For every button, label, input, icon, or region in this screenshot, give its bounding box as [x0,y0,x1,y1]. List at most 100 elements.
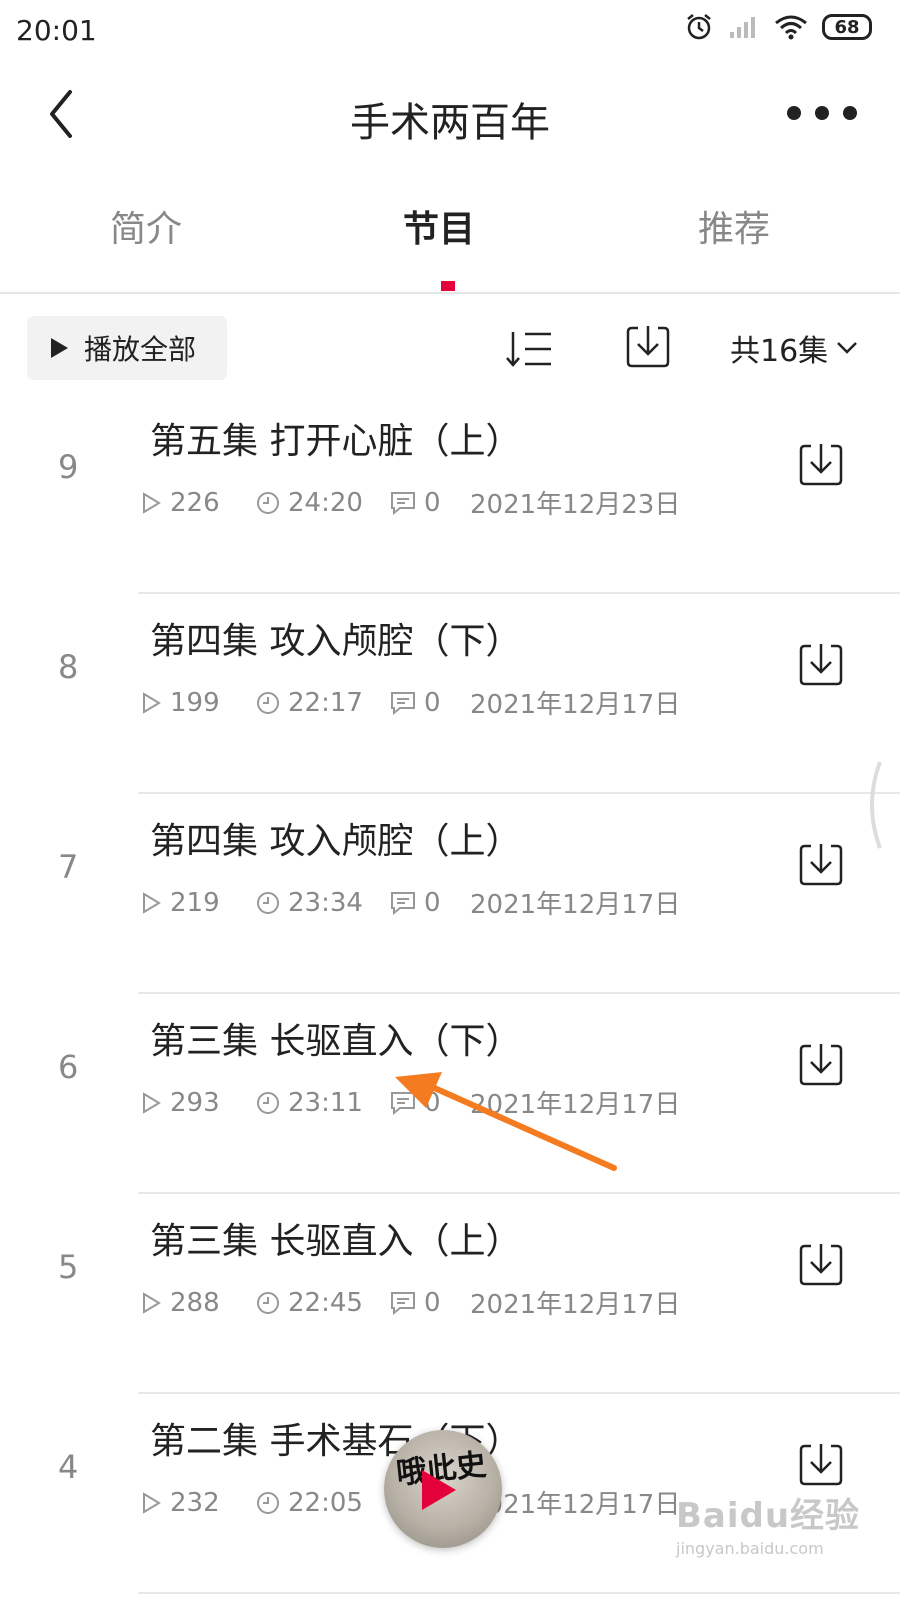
play-count-value: 226 [170,487,220,518]
comment-count-value: 0 [424,487,441,518]
watermark-url: jingyan.baidu.com [676,1539,824,1558]
play-count-value: 288 [170,1287,220,1318]
episode-download-button[interactable] [797,440,845,488]
comment-count: 0 [390,1288,470,1318]
status-icons: 68 [684,12,872,42]
episode-download-button[interactable] [797,1440,845,1488]
duration-value: 23:34 [288,887,363,918]
tab-bar: 简介 节目 推荐 [0,182,900,294]
comment-icon [391,691,415,715]
clock-icon [257,1091,279,1114]
episode-number: 7 [58,848,79,886]
download-icon [799,444,843,486]
chevron-down-icon [837,342,858,354]
duration-value: 23:11 [288,1087,363,1118]
play-count: 232 [140,1488,256,1518]
tab-recommend[interactable]: 推荐 [698,200,770,252]
play-count-value: 219 [170,887,220,918]
download-icon [799,1244,843,1286]
publish-date: 2021年12月17日 [470,690,681,720]
episode-title[interactable]: 第三集 长驱直入（上） [150,1212,521,1264]
clock-icon [257,491,279,514]
status-time: 20:01 [16,14,97,47]
more-button[interactable] [784,96,860,130]
publish-date: 2021年12月17日 [470,890,681,920]
episode-row[interactable]: 7 第四集 攻入颅腔（上） 219 23:34 0 2021年12月17日 [0,794,900,994]
publish-date: 2021年12月23日 [470,490,681,520]
publish-date: 2021年12月17日 [470,1090,681,1120]
comment-count: 0 [390,488,470,518]
episode-row[interactable]: 9 第五集 打开心脏（上） 226 24:20 0 2021年12月23日 [0,394,900,594]
episode-download-button[interactable] [797,1240,845,1288]
episode-download-button[interactable] [797,1040,845,1088]
episode-meta: 219 23:34 0 2021年12月17日 [140,884,680,921]
play-count-icon [143,491,161,514]
duration: 22:45 [256,1288,390,1318]
comment-count: 0 [390,1088,470,1118]
episode-count-dropdown[interactable]: 共16集 [730,326,858,370]
clock-icon [257,891,279,914]
episode-number: 9 [58,448,79,486]
episode-download-button[interactable] [797,840,845,888]
comment-count-value: 0 [424,887,441,918]
play-count: 199 [140,688,256,718]
play-count-icon [143,1291,161,1314]
episode-meta: 293 23:11 0 2021年12月17日 [140,1084,680,1121]
play-count-icon [143,891,161,914]
episode-row[interactable]: 5 第三集 长驱直入（上） 288 22:45 0 2021年12月17日 [0,1194,900,1394]
row-divider [138,1592,900,1594]
duration: 23:11 [256,1088,390,1118]
mini-player[interactable]: 哦此史 [384,1430,502,1548]
episode-meta: 199 22:17 0 2021年12月17日 [140,684,680,721]
page-title: 手术两百年 [350,100,550,146]
episode-number: 8 [58,648,79,686]
episode-meta: 226 24:20 0 2021年12月23日 [140,484,680,521]
duration: 24:20 [256,488,390,518]
play-all-button[interactable]: 播放全部 [27,316,227,380]
play-count-icon [143,1491,161,1514]
duration-value: 22:05 [288,1487,363,1518]
play-icon [51,338,68,358]
episode-list: 9 第五集 打开心脏（上） 226 24:20 0 2021年12月23日 8 第四集 攻入颅… [0,394,900,1594]
episode-title[interactable]: 第四集 攻入颅腔（下） [150,612,521,664]
publish-date: 2021年12月17日 [470,1290,681,1320]
download-icon [799,844,843,886]
episode-number: 4 [58,1448,79,1486]
comment-icon [391,1091,415,1115]
episode-toolbar: 播放全部 共16集 [0,316,900,386]
comment-count-value: 0 [424,687,441,718]
play-count: 219 [140,888,256,918]
comment-icon [391,891,415,915]
watermark: Baidu经验 jingyan.baidu.com [676,1488,860,1558]
comment-icon [391,1291,415,1315]
play-count-value: 293 [170,1087,220,1118]
status-bar: 20:01 68 [0,0,900,62]
comment-count-value: 0 [424,1287,441,1318]
scroll-handle[interactable] [860,760,886,850]
episode-title[interactable]: 第四集 攻入颅腔（上） [150,812,521,864]
comment-icon [391,491,415,515]
duration-value: 22:45 [288,1287,363,1318]
play-count-icon [143,1091,161,1114]
wifi-icon [775,15,807,40]
play-count: 288 [140,1288,256,1318]
episode-meta: 288 22:45 0 2021年12月17日 [140,1284,680,1321]
episode-row[interactable]: 6 第三集 长驱直入（下） 293 23:11 0 2021年12月17日 [0,994,900,1194]
episode-count-label: 共16集 [730,334,829,369]
episode-title[interactable]: 第五集 打开心脏（上） [150,412,521,464]
battery-indicator: 68 [822,14,872,40]
download-icon [799,1444,843,1486]
play-count-icon [143,691,161,714]
header: 手术两百年 [0,62,900,172]
tab-episodes[interactable]: 节目 [403,200,475,252]
tab-intro[interactable]: 简介 [110,200,182,252]
more-dots-icon [787,106,857,120]
tab-active-indicator [441,281,455,291]
download-icon [626,326,670,368]
episode-title[interactable]: 第三集 长驱直入（下） [150,1012,521,1064]
episode-download-button[interactable] [797,640,845,688]
episode-row[interactable]: 8 第四集 攻入颅腔（下） 199 22:17 0 2021年12月17日 [0,594,900,794]
download-all-button[interactable] [624,322,672,370]
clock-icon [257,1291,279,1314]
sort-button[interactable] [505,324,555,374]
